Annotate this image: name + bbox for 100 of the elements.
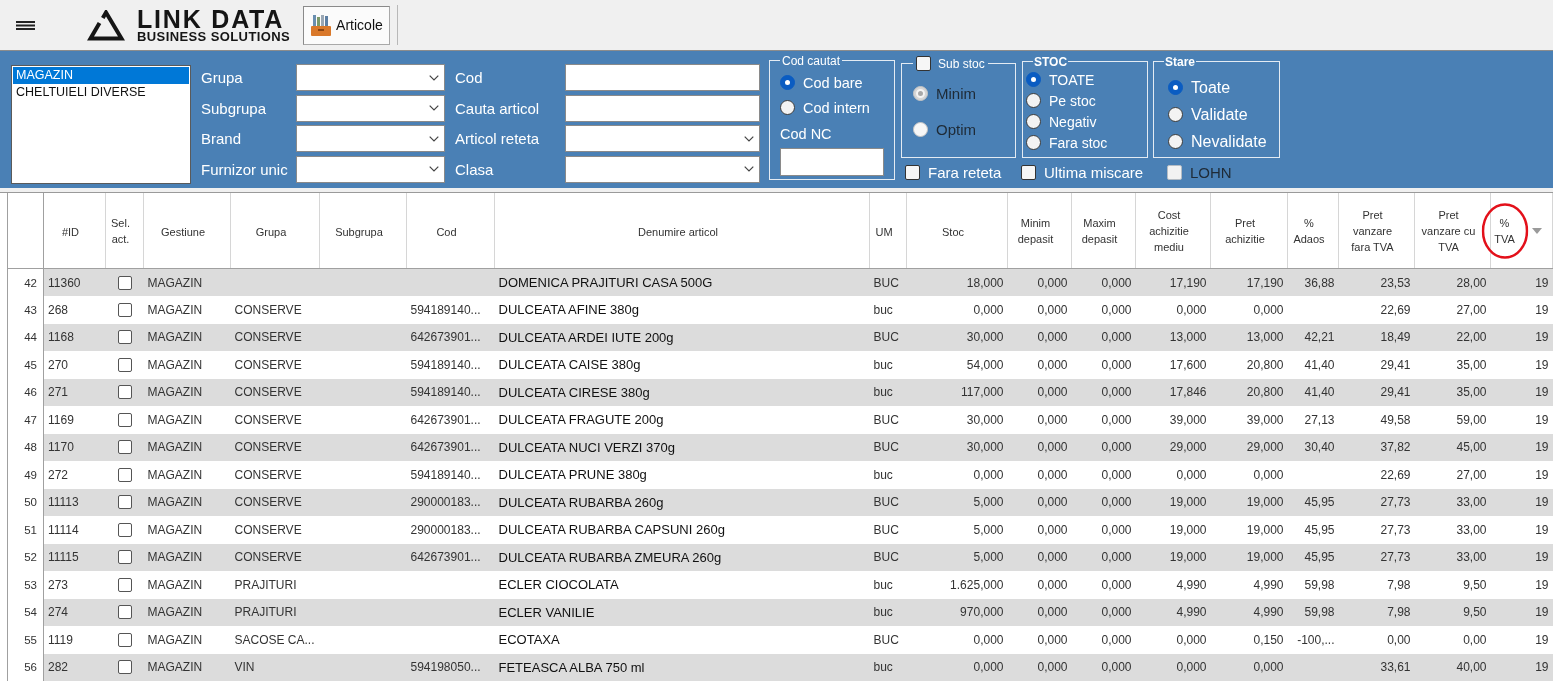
row-checkbox[interactable] <box>117 550 132 565</box>
table-cell: 36,88 <box>1287 268 1339 296</box>
row-checkbox[interactable] <box>117 412 132 427</box>
table-row[interactable]: 49 272 MAGAZIN CONSERVE 594189140... DULCEATA PRUNE 380g buc 0,000 0,000 0,000 0,000 0,000 22,69 27,00 19 <box>7 461 1553 489</box>
table-row[interactable]: 44 1168 MAGAZIN CONSERVE 642673901... DULCEATA ARDEI IUTE 200g BUC 30,000 0,000 0,000 13,000 13,000 42,21 18,49 22,00 19 <box>7 323 1553 351</box>
radio-button[interactable] <box>1168 80 1183 95</box>
table-row[interactable]: 43 268 MAGAZIN CONSERVE 594189140... DULCEATA AFINE 380g buc 0,000 0,000 0,000 0,000 0,000 22,69 27,00 19 <box>7 296 1553 324</box>
radio-label[interactable]: Toate <box>1191 78 1231 97</box>
table-row[interactable]: 48 1170 MAGAZIN CONSERVE 642673901... DULCEATA NUCI VERZI 370g BUC 30,000 0,000 0,000 29,000 29,000 30,40 37,82 45,00 19 <box>7 433 1553 461</box>
row-checkbox[interactable] <box>117 440 132 455</box>
dropdown-field[interactable] <box>296 94 445 122</box>
tab-button[interactable]: Articole <box>303 5 391 45</box>
table-row[interactable]: 53 273 MAGAZIN PRAJITURI ECLER CIOCOLATA buc 1.625,000 0,000 0,000 4,990 4,990 59,98 7,98 9,50 19 <box>7 571 1553 599</box>
column-header[interactable]: Subgrupa <box>335 223 383 240</box>
row-checkbox[interactable] <box>117 605 132 620</box>
column-header[interactable]: Stoc <box>942 223 964 240</box>
radio-button[interactable] <box>1026 135 1041 150</box>
caret-icon[interactable] <box>1532 227 1542 234</box>
table-cell: 19 <box>1490 351 1553 379</box>
radio-button[interactable] <box>780 100 795 115</box>
radio-button[interactable] <box>1168 107 1183 122</box>
table-row[interactable]: 51 11114 MAGAZIN CONSERVE 290000183... DULCEATA RUBARBA CAPSUNI 260g BUC 5,000 0,000 0,000 19,000 19,000 45,95 27,73 33,00 19 <box>7 516 1553 544</box>
dropdown-field[interactable] <box>296 125 445 152</box>
row-checkbox[interactable] <box>117 385 132 400</box>
row-checkbox[interactable] <box>117 495 132 510</box>
list-item[interactable]: CHELTUIELI DIVERSE <box>13 84 189 101</box>
table-cell: 0,000 <box>1071 543 1136 571</box>
column-header[interactable]: Pret vanzare cu TVA <box>1421 206 1476 255</box>
table-cell: 1170 <box>43 433 106 461</box>
table-row[interactable]: 56 282 MAGAZIN VIN 594198050... FETEASCA ALBA 750 ml buc 0,000 0,000 0,000 0,000 0,000 33,61 40,00 19 <box>7 653 1553 681</box>
radio-button[interactable] <box>1026 114 1041 129</box>
dropdown-field[interactable] <box>565 125 760 152</box>
radio-button[interactable] <box>780 75 795 90</box>
row-checkbox[interactable] <box>117 632 132 647</box>
table-row[interactable]: 50 11113 MAGAZIN CONSERVE 290000183... DULCEATA RUBARBA 260g BUC 5,000 0,000 0,000 19,000 19,000 45,95 27,73 33,00 19 <box>7 488 1553 516</box>
field-label: Grupa <box>200 69 244 86</box>
radio-label[interactable]: TOATE <box>1049 71 1095 88</box>
row-checkbox[interactable] <box>117 357 132 372</box>
table-cell: 0,000 <box>1007 653 1072 681</box>
column-header[interactable]: Pret achizitie <box>1225 214 1265 247</box>
menu-icon[interactable] <box>16 20 35 30</box>
table-cell: 0,000 <box>1071 378 1136 406</box>
table-cell: 19 <box>1490 406 1553 434</box>
row-checkbox[interactable] <box>117 577 132 592</box>
checkbox[interactable] <box>905 165 920 180</box>
row-checkbox[interactable] <box>117 467 132 482</box>
table-cell: 0,000 <box>1007 488 1072 516</box>
radio-label[interactable]: Pe stoc <box>1049 92 1096 109</box>
dropdown-field[interactable] <box>296 155 445 183</box>
list-item[interactable]: MAGAZIN <box>13 67 189 84</box>
table-row[interactable]: 55 1119 MAGAZIN SACOSE CA... ECOTAXA BUC 0,000 0,000 0,000 0,000 0,150 -100,... 0,00 0,00 19 <box>7 626 1553 654</box>
table-cell: 29,000 <box>1210 433 1288 461</box>
column-header[interactable]: Denumire articol <box>637 223 719 240</box>
checkbox-label[interactable]: Ultima miscare <box>1044 164 1144 181</box>
column-header[interactable]: Pret vanzare fara TVA <box>1351 206 1394 255</box>
radio-label[interactable]: Fara stoc <box>1049 134 1108 151</box>
radio-label[interactable]: Nevalidate <box>1191 132 1267 151</box>
row-checkbox[interactable] <box>117 302 132 317</box>
radio-label[interactable]: Cod intern <box>803 99 870 116</box>
table-cell: 0,000 <box>1210 296 1288 324</box>
text-field[interactable] <box>780 148 884 176</box>
column-header[interactable]: Cost achizitie mediu <box>1149 206 1189 255</box>
table-row[interactable]: 45 270 MAGAZIN CONSERVE 594189140... DULCEATA CAISE 380g buc 54,000 0,000 0,000 17,600 20,800 41,40 29,41 35,00 19 <box>7 351 1553 379</box>
table-cell: 274 <box>43 598 106 626</box>
checkbox[interactable] <box>1021 165 1036 180</box>
column-header[interactable]: Minim depasit <box>1017 214 1054 247</box>
table-row[interactable]: 42 11360 MAGAZIN DOMENICA PRAJITURI CASA 500G BUC 18,000 0,000 0,000 17,190 17,190 36,88 23,53 28,00 19 <box>7 268 1553 296</box>
text-field[interactable] <box>565 64 760 91</box>
dropdown-field[interactable] <box>565 155 760 183</box>
table-row[interactable]: 47 1169 MAGAZIN CONSERVE 642673901... DULCEATA FRAGUTE 200g BUC 30,000 0,000 0,000 39,000 39,000 27,13 49,58 59,00 19 <box>7 406 1553 434</box>
radio-button[interactable] <box>1168 134 1183 149</box>
text-field[interactable] <box>565 94 760 122</box>
column-header[interactable]: Sel. act. <box>111 214 130 247</box>
radio-label[interactable]: Validate <box>1191 105 1248 124</box>
column-header[interactable]: Cod <box>436 223 457 240</box>
checkbox-label[interactable]: Fara reteta <box>928 164 1002 181</box>
radio-button[interactable] <box>1026 72 1041 87</box>
table-cell: BUC <box>869 406 907 434</box>
table-cell: 594198050... <box>406 653 495 681</box>
radio-label[interactable]: Negativ <box>1049 113 1097 130</box>
row-checkbox[interactable] <box>117 660 132 675</box>
column-header[interactable]: Maxim depasit <box>1081 214 1118 247</box>
row-checkbox[interactable] <box>117 522 132 537</box>
radio-label[interactable]: Cod bare <box>803 74 863 91</box>
table-row[interactable]: 54 274 MAGAZIN PRAJITURI ECLER VANILIE buc 970,000 0,000 0,000 4,990 4,990 59,98 7,98 9,50 19 <box>7 598 1553 626</box>
checkbox[interactable] <box>916 56 931 71</box>
radio-button[interactable] <box>1026 93 1041 108</box>
column-header[interactable]: UM <box>875 223 893 240</box>
table-cell: 23,53 <box>1338 268 1415 296</box>
column-header[interactable]: #ID <box>61 223 80 240</box>
row-checkbox[interactable] <box>117 275 132 290</box>
dropdown-field[interactable] <box>296 64 445 91</box>
row-checkbox[interactable] <box>117 330 132 345</box>
table-cell: 0,000 <box>1071 516 1136 544</box>
column-header[interactable]: Grupa <box>255 223 287 240</box>
table-cell: 0,000 <box>1135 461 1211 489</box>
column-header[interactable]: % Adaos <box>1293 214 1325 247</box>
table-row[interactable]: 52 11115 MAGAZIN CONSERVE 642673901... DULCEATA RUBARBA ZMEURA 260g BUC 5,000 0,000 0,000 19,000 19,000 45,95 27,73 33,00 19 <box>7 543 1553 571</box>
table-row[interactable]: 46 271 MAGAZIN CONSERVE 594189140... DULCEATA CIRESE 380g buc 117,000 0,000 0,000 17,846 20,800 41,40 29,41 35,00 19 <box>7 378 1553 406</box>
column-header[interactable]: Gestiune <box>161 223 205 240</box>
